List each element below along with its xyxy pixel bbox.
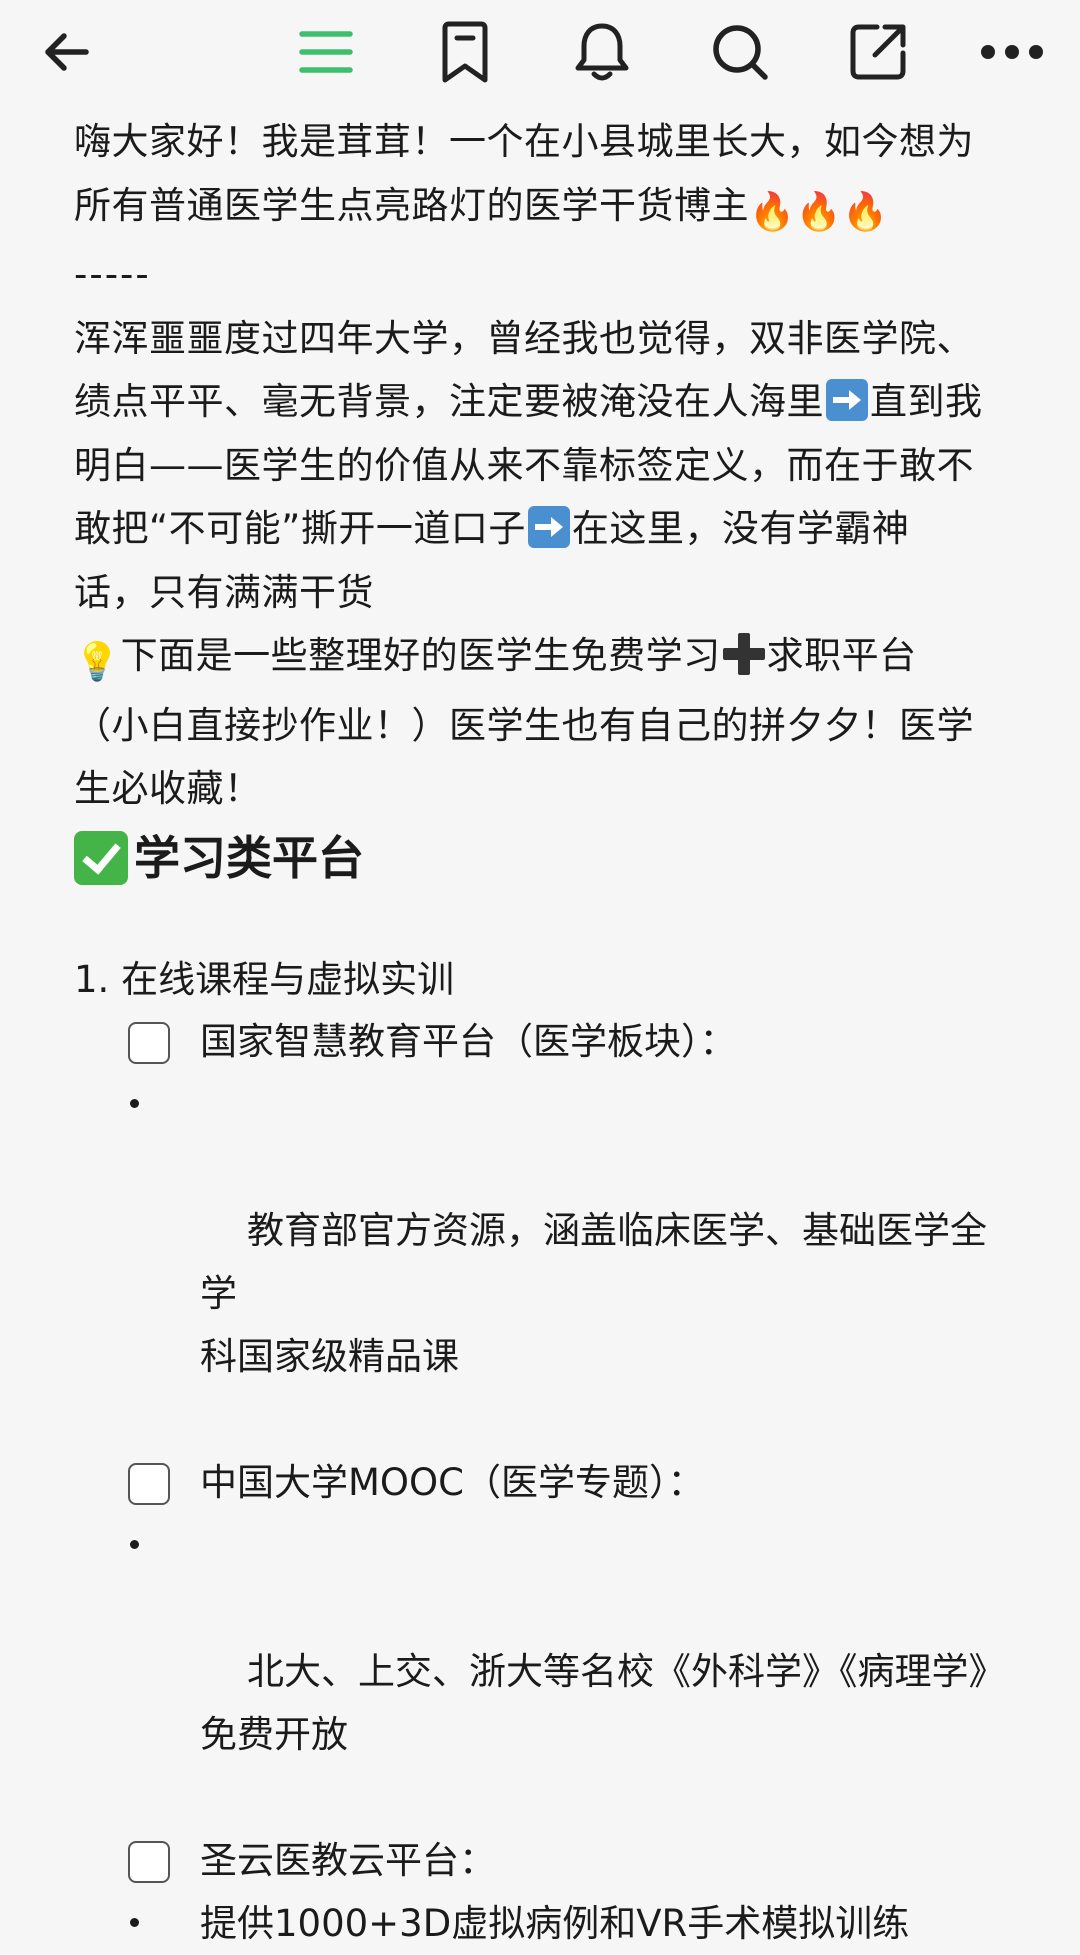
list-item: 国家智慧教育平台（医学板块）： [74,1010,1024,1073]
section-heading: 学习类平台 [74,823,1024,893]
list-item-text: 北大、上交、浙大等名校《外科学》《病理学》 免费开放 [200,1650,1006,1756]
story-paragraph: 浑浑噩噩度过四年大学，曾经我也觉得，双非医学院、 绩点平平、毫无背景，注定要被淹… [74,307,1024,625]
list-item-text: 圣云医教云平台： [200,1839,496,1882]
bookmark-icon[interactable] [427,14,503,90]
plus-emoji-icon [722,633,765,675]
right-arrow-emoji-icon [527,506,570,548]
tip-paragraph: 💡下面是一些整理好的医学生免费学习 求职平台 （小白直接抄作业！）医学生也有自己的… [74,624,1024,821]
bullet-icon [130,1540,139,1549]
list-item-text: 教育部官方资源，涵盖临床医学、基础医学全学 科国家级精品课 [200,1209,988,1378]
list-item-text: 国家智慧教育平台（医学板块）： [200,1020,737,1063]
list-item: 提供1000+3D虚拟病例和VR手术模拟训练 [74,1892,1024,1955]
checkbox[interactable] [128,1022,170,1064]
menu-icon[interactable] [288,14,364,90]
heading-text: 学习类平台 [134,830,364,885]
intro-line-2: 所有普通医学生点亮路灯的医学干货博主 [74,183,749,227]
list-item: 中国大学MOOC（医学专题）： [74,1451,1024,1514]
right-arrow-emoji-icon [826,379,868,421]
tip-part-1: 下面是一些整理好的医学生免费学习 [120,634,721,677]
checkbox[interactable] [128,1841,170,1883]
checkbox[interactable] [128,1463,170,1505]
search-icon[interactable] [702,14,778,90]
note-body: 嗨大家好！我是茸茸！一个在小县城里长大，如今想为 所有普通医学生点亮路灯的医学干… [74,110,1024,893]
bell-icon[interactable] [564,14,640,90]
bullet-icon [130,1918,139,1927]
back-arrow-icon[interactable] [28,14,104,90]
intro-paragraph: 嗨大家好！我是茸茸！一个在小县城里长大，如今想为 所有普通医学生点亮路灯的医学干… [74,110,1024,243]
list-item: 北大、上交、浙大等名校《外科学》《病理学》 免费开放 [74,1514,1024,1829]
divider-text: ----- [74,253,151,296]
check-mark-emoji-icon [74,830,128,885]
platform-list: 国家智慧教育平台（医学板块）： 教育部官方资源，涵盖临床医学、基础医学全学 科国… [74,1010,1024,1955]
list-item-text: 提供1000+3D虚拟病例和VR手术模拟训练 [200,1902,910,1945]
top-toolbar [0,0,1080,105]
list-item: 圣云医教云平台： [74,1829,1024,1892]
fire-emoji-icon: 🔥🔥🔥 [749,189,889,233]
bullet-icon [130,1099,139,1108]
intro-line-1: 嗨大家好！我是茸茸！一个在小县城里长大，如今想为 [74,120,974,163]
list-item-text: 中国大学MOOC（医学专题）： [200,1461,705,1504]
share-icon[interactable] [840,14,916,90]
list-item: 教育部官方资源，涵盖临床医学、基础医学全学 科国家级精品课 [74,1073,1024,1451]
more-icon[interactable] [974,14,1050,90]
lightbulb-emoji-icon: 💡 [74,640,121,683]
list-title: 1. 在线课程与虚拟实训 [74,958,455,1001]
